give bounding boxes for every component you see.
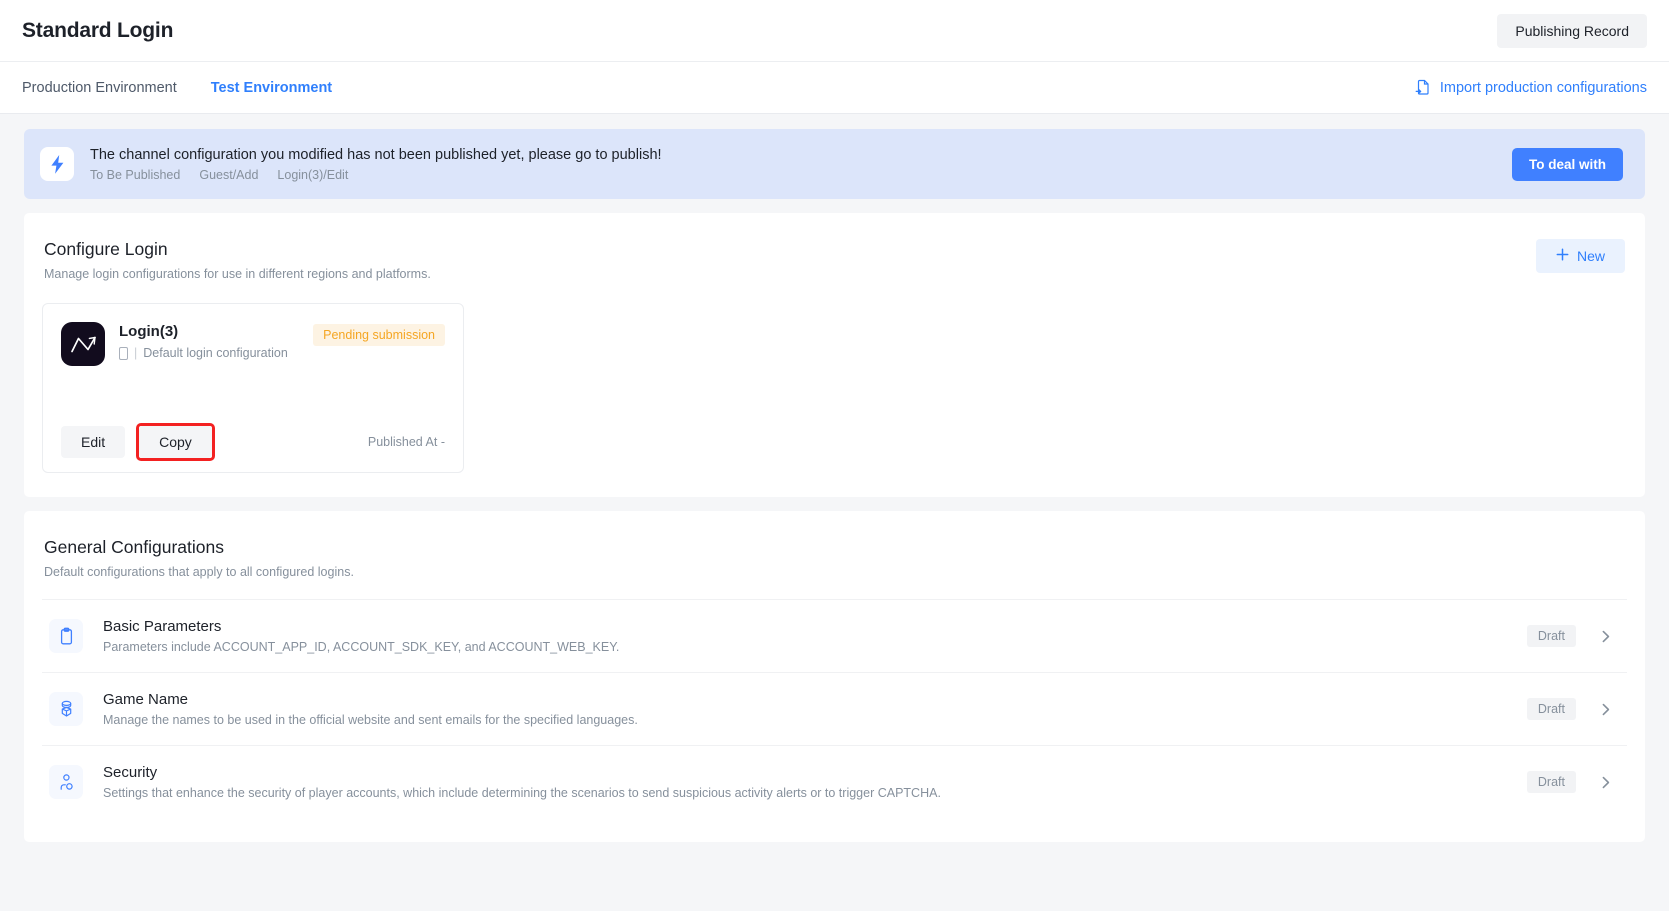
config-row-title: Game Name — [103, 691, 189, 708]
unpublished-changes-banner: The channel configuration you modified h… — [24, 129, 1645, 199]
config-row-description: Parameters include ACCOUNT_APP_ID, ACCOU… — [103, 640, 620, 654]
copy-button-highlight: Copy — [136, 423, 215, 461]
configure-login-header: Configure Login Manage login configurati… — [42, 239, 1627, 281]
app-header: Standard Login Publishing Record — [0, 0, 1669, 62]
import-production-configurations-link[interactable]: Import production configurations — [1415, 79, 1647, 96]
banner-meta-login-edit: Login(3)/Edit — [277, 167, 349, 182]
login-card-actions-row: Edit Copy Published At - — [61, 423, 445, 461]
user-security-icon — [49, 765, 83, 799]
login-card-info: Login(3) | Default login configuration — [119, 322, 313, 360]
plus-icon — [1556, 248, 1569, 264]
page-title: Standard Login — [22, 18, 174, 42]
config-row-status-badge: Draft — [1526, 698, 1576, 720]
published-at-label: Published At - — [367, 435, 445, 449]
import-document-icon — [1415, 79, 1432, 96]
configure-login-title: Configure Login — [44, 239, 168, 259]
banner-meta-status: To Be Published — [90, 167, 181, 182]
login-card-top: Login(3) | Default login configuration P… — [61, 322, 445, 366]
configure-login-titles: Configure Login Manage login configurati… — [44, 239, 431, 281]
chevron-right-icon[interactable] — [1598, 702, 1623, 717]
import-link-label: Import production configurations — [1439, 79, 1647, 96]
status-badge: Pending submission — [313, 324, 445, 346]
general-configurations-header: General Configurations Default configura… — [42, 537, 1627, 579]
general-configurations-list: Basic Parameters Parameters include ACCO… — [42, 599, 1627, 818]
lightning-bolt-icon — [40, 147, 74, 181]
config-row-text: Game Name Manage the names to be used in… — [103, 691, 1527, 727]
new-button-label: New — [1576, 248, 1605, 264]
config-row-text: Basic Parameters Parameters include ACCO… — [103, 618, 1527, 654]
login-card-buttons: Edit Copy — [61, 423, 215, 461]
tab-test-environment[interactable]: Test Environment — [211, 62, 332, 113]
copy-button[interactable]: Copy — [139, 426, 212, 458]
tab-production-environment[interactable]: Production Environment — [22, 62, 177, 113]
cube-stack-icon — [49, 692, 83, 726]
login-config-card[interactable]: Login(3) | Default login configuration P… — [42, 303, 464, 473]
edit-button[interactable]: Edit — [61, 426, 126, 458]
config-row-text: Security Settings that enhance the secur… — [103, 764, 1527, 800]
configure-login-panel: Configure Login Manage login configurati… — [24, 213, 1645, 497]
config-row-status-badge: Draft — [1526, 771, 1576, 793]
general-configurations-title: General Configurations — [44, 537, 224, 557]
app-logo-zigzag-icon — [61, 322, 105, 366]
login-config-name: Login(3) — [119, 323, 179, 340]
config-row-description: Manage the names to be used in the offic… — [103, 713, 638, 727]
banner-message: The channel configuration you modified h… — [90, 146, 662, 163]
new-login-button[interactable]: New — [1535, 239, 1625, 273]
clipboard-icon — [49, 619, 83, 653]
config-row-basic-parameters[interactable]: Basic Parameters Parameters include ACCO… — [42, 599, 1627, 672]
banner-meta-guest-add: Guest/Add — [199, 167, 259, 182]
tab-list: Production Environment Test Environment — [22, 62, 332, 113]
general-configurations-titles: General Configurations Default configura… — [44, 537, 354, 579]
chevron-right-icon[interactable] — [1598, 775, 1623, 790]
general-configurations-subtitle: Default configurations that apply to all… — [44, 565, 354, 579]
general-configurations-panel: General Configurations Default configura… — [24, 511, 1645, 842]
mobile-device-icon — [119, 346, 128, 360]
chevron-right-icon[interactable] — [1598, 629, 1623, 644]
description-separator: | — [134, 346, 138, 360]
banner-meta-list: To Be Published Guest/Add Login(3)/Edit — [90, 168, 1512, 182]
config-row-description: Settings that enhance the security of pl… — [103, 786, 941, 800]
to-deal-with-button[interactable]: To deal with — [1512, 147, 1623, 181]
config-row-security[interactable]: Security Settings that enhance the secur… — [42, 745, 1627, 818]
config-row-title: Security — [103, 764, 158, 781]
banner-text-block: The channel configuration you modified h… — [90, 147, 1512, 182]
login-config-description: Default login configuration — [143, 346, 288, 360]
configure-login-subtitle: Manage login configurations for use in d… — [44, 267, 431, 281]
config-row-game-name[interactable]: Game Name Manage the names to be used in… — [42, 672, 1627, 745]
environment-tab-bar: Production Environment Test Environment … — [0, 62, 1669, 114]
page-scroll-area[interactable]: The channel configuration you modified h… — [0, 114, 1669, 911]
publishing-record-button[interactable]: Publishing Record — [1497, 13, 1647, 48]
login-config-description-row: | Default login configuration — [119, 346, 313, 360]
config-row-status-badge: Draft — [1526, 625, 1576, 647]
config-row-title: Basic Parameters — [103, 618, 222, 635]
